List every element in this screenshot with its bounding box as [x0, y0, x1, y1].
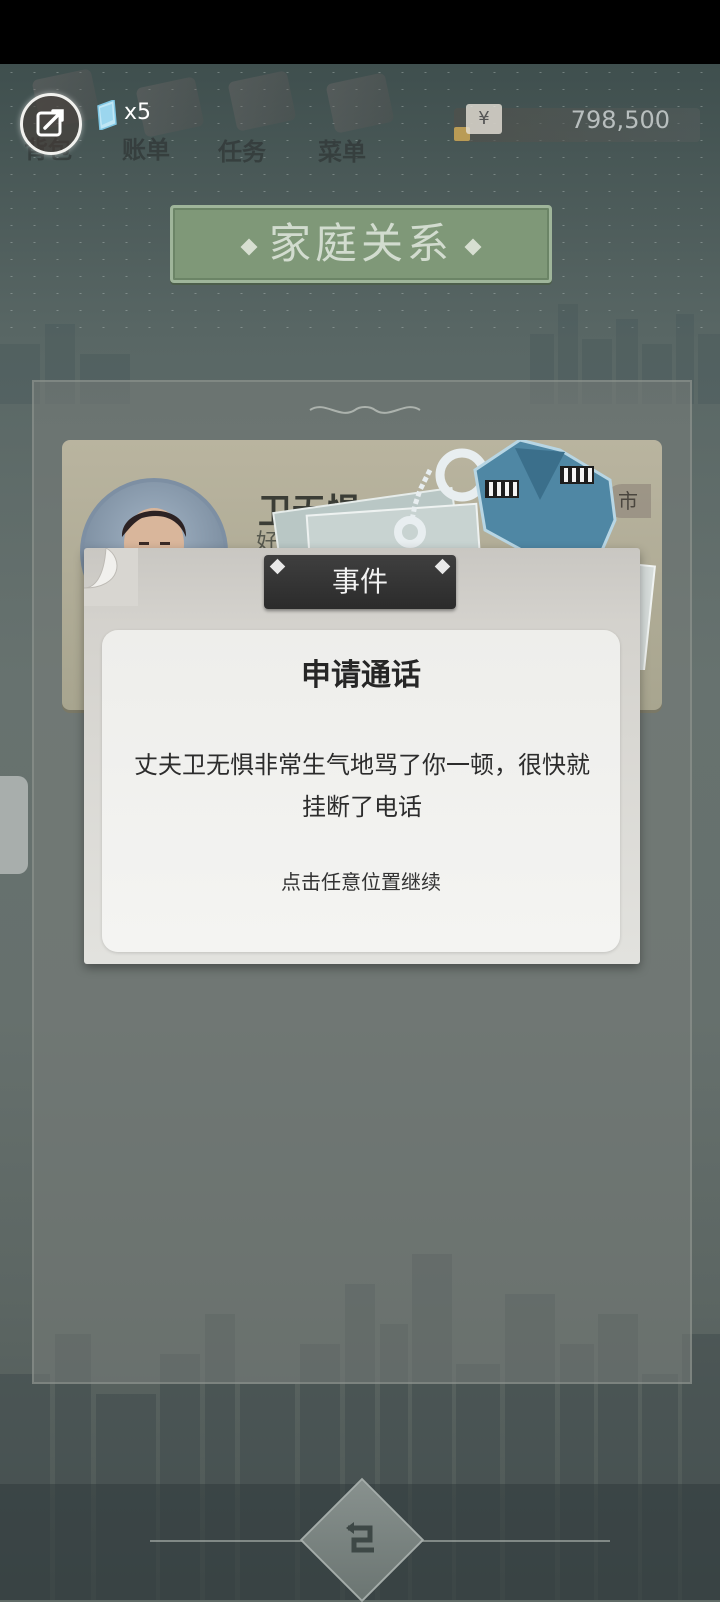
event-message: 丈夫卫无惧非常生气地骂了你一顿，很快就挂断了电话 [134, 751, 590, 821]
flourish-ornament-icon [309, 406, 421, 414]
diamond-ornament-icon [269, 558, 286, 575]
status-bar [0, 0, 720, 64]
menu-task-label[interactable]: 任务 [218, 132, 266, 167]
event-title: 申请通话 [301, 658, 421, 693]
event-tab: 事件 [264, 555, 456, 609]
gem-icon [97, 100, 117, 130]
exit-button[interactable] [20, 93, 82, 155]
return-arrow-icon[interactable] [338, 1516, 384, 1562]
external-link-icon [36, 109, 64, 137]
divider-line [150, 1540, 310, 1542]
money-amount: 798,500 [570, 106, 670, 134]
page-title-banner: 家庭关系 [170, 205, 552, 283]
diamond-ornament-icon [240, 238, 258, 255]
page-title: 家庭关系 [268, 219, 453, 268]
event-tab-label: 事件 [331, 565, 388, 598]
side-drawer-handle[interactable] [0, 776, 28, 874]
page-curl-icon [84, 548, 138, 606]
menu-bill-label[interactable]: 账单 [122, 130, 170, 165]
divider-line [410, 1540, 610, 1542]
yen-icon: ¥ [466, 104, 502, 134]
continue-hint[interactable]: 点击任意位置继续 [102, 866, 620, 895]
diamond-ornament-icon [434, 558, 451, 575]
diamond-ornament-icon [464, 238, 482, 255]
menu-menu-label[interactable]: 菜单 [318, 132, 366, 167]
gem-count: x5 [124, 100, 152, 125]
